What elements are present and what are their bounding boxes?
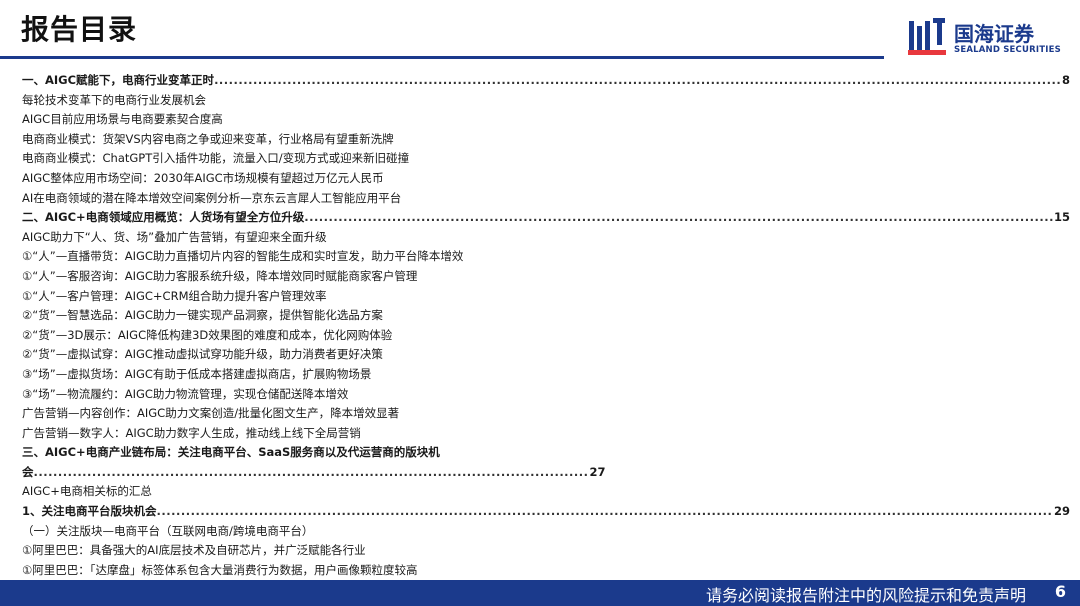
- footer-bar: 请务必阅读报告附注中的风险提示和免责声明 6: [0, 580, 1080, 606]
- toc-leader-dots: ........................................…: [304, 210, 1053, 225]
- toc-entry[interactable]: 广告营销—数字人：AIGC助力数字人生成，推动线上线下全局营销: [22, 424, 1070, 444]
- toc-entry[interactable]: AIGC整体应用市场空间：2030年AIGC市场规模有望超过万亿元人民币: [22, 169, 1070, 189]
- brand-logo: 国海证券 SEALAND SECURITIES: [908, 16, 1068, 60]
- toc-entry-text: ①阿里巴巴：具备强大的AI底层技术及自研芯片，并广泛赋能各行业: [22, 543, 366, 558]
- toc-entry[interactable]: AIGC+电商相关标的汇总: [22, 482, 1070, 502]
- toc-entry[interactable]: 三、AIGC+电商产业链布局：关注电商平台、SaaS服务商以及代运营商的版块机: [22, 443, 1070, 463]
- toc-entry-text: 电商商业模式：货架VS内容电商之争或迎来变革，行业格局有望重新洗牌: [22, 131, 394, 146]
- toc-entry-text: AIGC助力下“人、货、场”叠加广告营销，有望迎来全面升级: [22, 229, 327, 244]
- toc-entry[interactable]: ①阿里巴巴：「达摩盘」标签体系包含大量消费行为数据，用户画像颗粒度较高: [22, 561, 1070, 581]
- toc-entry-text: 二、AIGC+电商领域应用概览：人货场有望全方位升级: [22, 210, 305, 225]
- toc-entry-text: ③“场”—虚拟货场：AIGC有助于低成本搭建虚拟商店，扩展购物场景: [22, 366, 372, 381]
- toc-entry[interactable]: 每轮技术变革下的电商行业发展机会: [22, 91, 1070, 111]
- table-of-contents: 一、AIGC赋能下，电商行业变革正时......................…: [22, 71, 1070, 600]
- toc-entry-text: ①“人”—客服咨询：AIGC助力客服系统升级，降本增效同时赋能商家客户管理: [22, 268, 418, 283]
- footer-disclaimer: 请务必阅读报告附注中的风险提示和免责声明: [705, 586, 1026, 605]
- toc-leader-dots: ........................................…: [214, 73, 1061, 87]
- toc-entry[interactable]: 会.......................................…: [22, 463, 1070, 483]
- toc-entry-text: 每轮技术变革下的电商行业发展机会: [22, 92, 206, 107]
- logo-chinese-name: 国海证券: [954, 22, 1034, 46]
- toc-page-number: 15: [1053, 210, 1070, 225]
- toc-entry-text: AIGC目前应用场景与电商要素契合度高: [22, 112, 223, 127]
- toc-entry-text: 广告营销—数字人：AIGC助力数字人生成，推动线上线下全局营销: [22, 425, 361, 440]
- toc-entry-text: 一、AIGC赋能下，电商行业变革正时: [22, 73, 215, 87]
- toc-entry-text: ①“人”—直播带货：AIGC助力直播切片内容的智能生成和实时宣发，助力平台降本增…: [22, 249, 464, 264]
- toc-entry-text: 广告营销—内容创作：AIGC助力文案创造/批量化图文生产，降本增效显著: [22, 406, 400, 421]
- toc-entry[interactable]: ②“货”—3D展示：AIGC降低构建3D效果图的难度和成本，优化网购体验: [22, 326, 1070, 346]
- toc-entry-text: 三、AIGC+电商产业链布局：关注电商平台、SaaS服务商以及代运营商的版块机: [22, 445, 440, 460]
- toc-entry-text: ①“人”—客户管理：AIGC+CRM组合助力提升客户管理效率: [22, 288, 327, 303]
- toc-leader-dots: ........................................…: [33, 464, 589, 479]
- toc-entry[interactable]: AIGC助力下“人、货、场”叠加广告营销，有望迎来全面升级: [22, 228, 1070, 248]
- title-rule: [0, 56, 884, 59]
- sealand-logo-icon: [908, 18, 946, 55]
- toc-entry[interactable]: ①“人”—客户管理：AIGC+CRM组合助力提升客户管理效率: [22, 287, 1070, 307]
- toc-entry[interactable]: 二、AIGC+电商领域应用概览：人货场有望全方位升级..............…: [22, 208, 1070, 228]
- toc-entry[interactable]: ③“场”—物流履约：AIGC助力物流管理，实现仓储配送降本增效: [22, 385, 1070, 405]
- toc-entry-text: ②“货”—虚拟试穿：AIGC推动虚拟试穿功能升级，助力消费者更好决策: [22, 347, 383, 362]
- toc-entry[interactable]: AIGC目前应用场景与电商要素契合度高: [22, 110, 1070, 130]
- toc-entry-text: ②“货”—智慧选品：AIGC助力一键实现产品洞察，提供智能化选品方案: [22, 308, 383, 323]
- toc-entry[interactable]: AI在电商领域的潜在降本增效空间案例分析—京东云言犀人工智能应用平台: [22, 189, 1070, 209]
- toc-entry[interactable]: 一、AIGC赋能下，电商行业变革正时......................…: [22, 71, 1070, 91]
- toc-entry[interactable]: ①“人”—直播带货：AIGC助力直播切片内容的智能生成和实时宣发，助力平台降本增…: [22, 247, 1070, 267]
- toc-entry[interactable]: ①“人”—客服咨询：AIGC助力客服系统升级，降本增效同时赋能商家客户管理: [22, 267, 1070, 287]
- toc-entry-text: ③“场”—物流履约：AIGC助力物流管理，实现仓储配送降本增效: [22, 386, 349, 401]
- page-title: 报告目录: [21, 13, 138, 46]
- toc-entry[interactable]: ②“货”—智慧选品：AIGC助力一键实现产品洞察，提供智能化选品方案: [22, 306, 1070, 326]
- toc-page-number: 8: [1061, 73, 1070, 87]
- toc-entry[interactable]: ①阿里巴巴：具备强大的AI底层技术及自研芯片，并广泛赋能各行业: [22, 541, 1070, 561]
- toc-entry[interactable]: ③“场”—虚拟货场：AIGC有助于低成本搭建虚拟商店，扩展购物场景: [22, 365, 1070, 385]
- toc-entry-text: 会: [22, 464, 34, 479]
- toc-entry-text: （一）关注版块—电商平台（互联网电商/跨境电商平台）: [22, 523, 314, 538]
- toc-entry-text: AI在电商领域的潜在降本增效空间案例分析—京东云言犀人工智能应用平台: [22, 190, 402, 205]
- toc-page-number: 27: [589, 464, 606, 479]
- page-number: 6: [1054, 582, 1066, 601]
- toc-entry[interactable]: 广告营销—内容创作：AIGC助力文案创造/批量化图文生产，降本增效显著: [22, 404, 1070, 424]
- toc-entry[interactable]: 电商商业模式：货架VS内容电商之争或迎来变革，行业格局有望重新洗牌: [22, 130, 1070, 150]
- toc-entry-text: 电商商业模式：ChatGPT引入插件功能，流量入口/变现方式或迎来新旧碰撞: [22, 151, 410, 166]
- toc-leader-dots: ........................................…: [156, 504, 1053, 519]
- logo-english-name: SEALAND SECURITIES: [954, 45, 1061, 55]
- toc-entry[interactable]: （一）关注版块—电商平台（互联网电商/跨境电商平台）: [22, 522, 1070, 542]
- toc-page-number: 29: [1053, 504, 1070, 519]
- toc-entry[interactable]: ②“货”—虚拟试穿：AIGC推动虚拟试穿功能升级，助力消费者更好决策: [22, 345, 1070, 365]
- toc-entry-text: ②“货”—3D展示：AIGC降低构建3D效果图的难度和成本，优化网购体验: [22, 327, 393, 342]
- toc-entry-text: 1、关注电商平台版块机会: [22, 504, 157, 519]
- toc-entry[interactable]: 1、关注电商平台版块机会............................…: [22, 502, 1070, 522]
- toc-entry[interactable]: 电商商业模式：ChatGPT引入插件功能，流量入口/变现方式或迎来新旧碰撞: [22, 149, 1070, 169]
- toc-entry-text: AIGC整体应用市场空间：2030年AIGC市场规模有望超过万亿元人民币: [22, 170, 384, 185]
- toc-entry-text: ①阿里巴巴：「达摩盘」标签体系包含大量消费行为数据，用户画像颗粒度较高: [22, 562, 418, 577]
- toc-entry-text: AIGC+电商相关标的汇总: [22, 484, 152, 499]
